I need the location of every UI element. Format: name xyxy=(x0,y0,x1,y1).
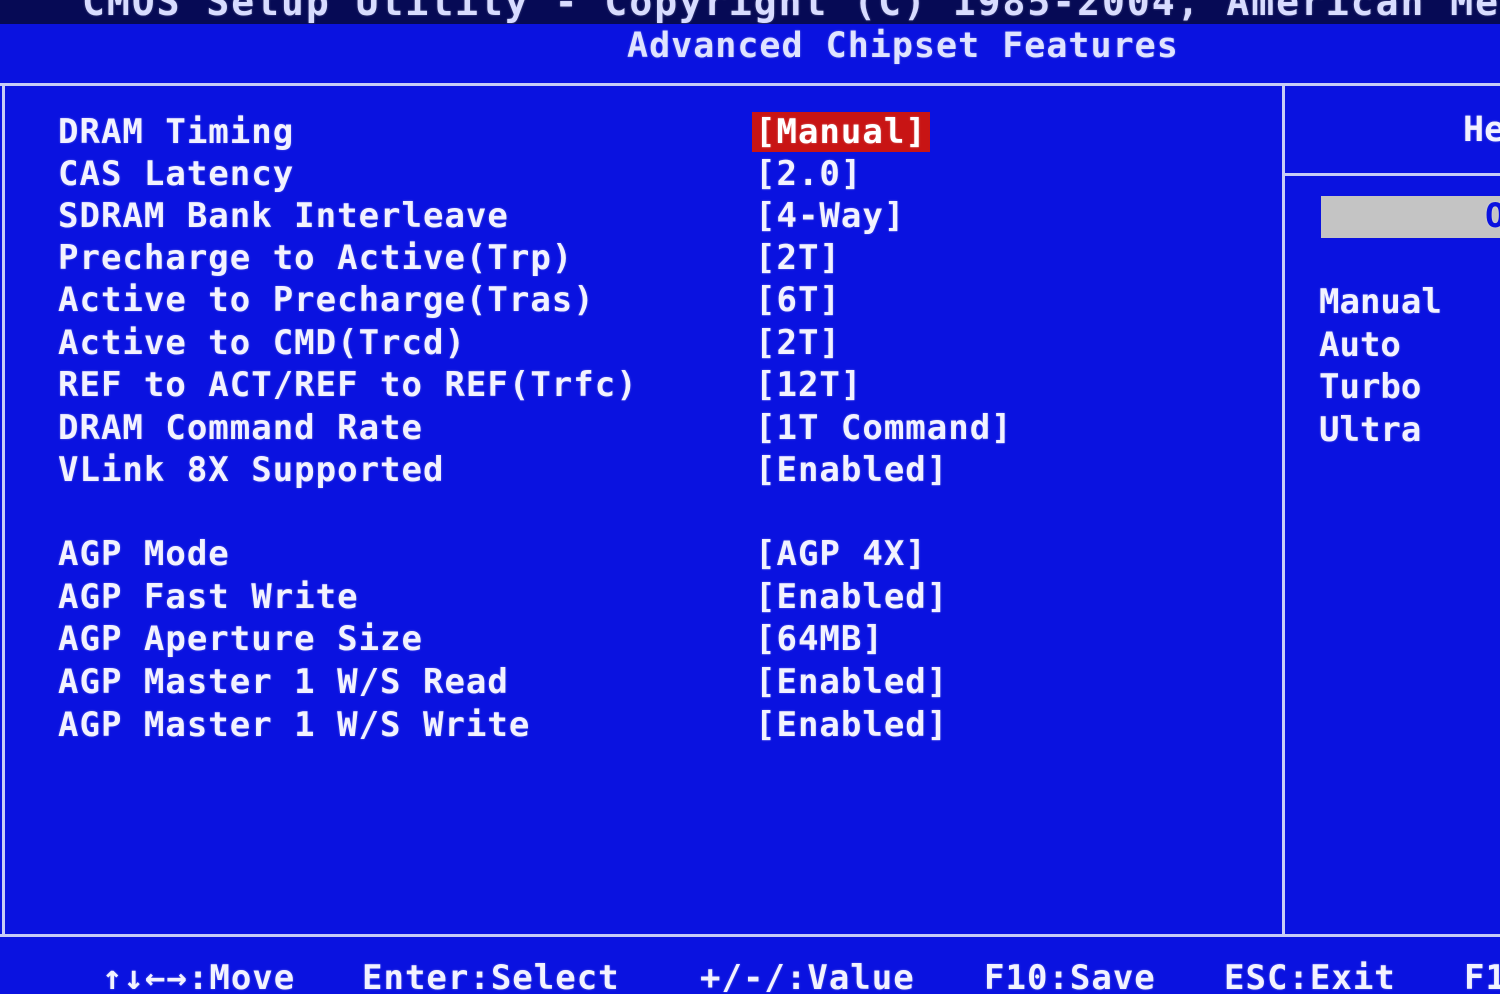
setting-row-sdram-bank-interleave[interactable]: SDRAM Bank Interleave [4-Way] xyxy=(6,196,1282,236)
setting-label: Active to Precharge(Tras) xyxy=(58,280,595,320)
frame-bottom-line xyxy=(0,934,1500,937)
help-options-box: O xyxy=(1321,196,1500,238)
setting-label: AGP Aperture Size xyxy=(58,619,423,659)
footer-move-hint: ↑↓←→:Move xyxy=(102,958,296,994)
help-box-text: O xyxy=(1485,196,1500,236)
setting-label: REF to ACT/REF to REF(Trfc) xyxy=(58,365,638,405)
setting-value[interactable]: [2.0] xyxy=(752,154,865,194)
setting-value[interactable]: [2T] xyxy=(752,323,844,363)
frame-top-line xyxy=(0,83,1500,86)
setting-label: Precharge to Active(Trp) xyxy=(58,238,574,278)
setting-value[interactable]: [AGP 4X] xyxy=(752,534,930,574)
setting-label: DRAM Command Rate xyxy=(58,408,423,448)
footer-save-hint: F10:Save xyxy=(984,958,1156,994)
setting-row-agp-master-read[interactable]: AGP Master 1 W/S Read [Enabled] xyxy=(6,662,1282,702)
setting-label: AGP Fast Write xyxy=(58,577,359,617)
setting-label: AGP Master 1 W/S Read xyxy=(58,662,509,702)
footer-exit-hint: ESC:Exit xyxy=(1224,958,1396,994)
setting-row-ref-to-act[interactable]: REF to ACT/REF to REF(Trfc) [12T] xyxy=(6,365,1282,405)
help-option-auto: Auto xyxy=(1319,325,1401,365)
setting-label: VLink 8X Supported xyxy=(58,450,445,490)
setting-value[interactable]: [2T] xyxy=(752,238,844,278)
setting-row-agp-mode[interactable]: AGP Mode [AGP 4X] xyxy=(6,534,1282,574)
frame-left-line xyxy=(2,86,5,936)
setting-value[interactable]: [6T] xyxy=(752,280,844,320)
setting-label: Active to CMD(Trcd) xyxy=(58,323,466,363)
setting-value[interactable]: [4-Way] xyxy=(752,196,908,236)
setting-row-dram-command-rate[interactable]: DRAM Command Rate [1T Command] xyxy=(6,408,1282,448)
setting-value-selected[interactable]: [Manual] xyxy=(752,112,930,152)
title-bar: CMOS Setup Utility - Copyright (C) 1985-… xyxy=(0,0,1500,24)
setting-row-agp-aperture-size[interactable]: AGP Aperture Size [64MB] xyxy=(6,619,1282,659)
setting-row-active-to-cmd[interactable]: Active to CMD(Trcd) [2T] xyxy=(6,323,1282,363)
footer-select-hint: Enter:Select xyxy=(362,958,620,994)
help-panel: He O Manual Auto Turbo Ultra xyxy=(1285,88,1500,934)
setting-value[interactable]: [Enabled] xyxy=(752,662,951,702)
setting-value[interactable]: [1T Command] xyxy=(752,408,1016,448)
footer-help-hint: F1 xyxy=(1464,958,1500,994)
setting-row-active-to-precharge[interactable]: Active to Precharge(Tras) [6T] xyxy=(6,280,1282,320)
help-option-manual: Manual xyxy=(1319,282,1442,322)
setting-value[interactable]: [12T] xyxy=(752,365,865,405)
setting-row-agp-master-write[interactable]: AGP Master 1 W/S Write [Enabled] xyxy=(6,705,1282,745)
setting-label: CAS Latency xyxy=(58,154,295,194)
help-option-ultra: Ultra xyxy=(1319,410,1422,450)
setting-row-dram-timing[interactable]: DRAM Timing [Manual] xyxy=(6,112,1282,152)
help-option-turbo: Turbo xyxy=(1319,367,1422,407)
help-title: He xyxy=(1463,110,1500,150)
setting-row-vlink-8x[interactable]: VLink 8X Supported [Enabled] xyxy=(6,450,1282,490)
setting-row-cas-latency[interactable]: CAS Latency [2.0] xyxy=(6,154,1282,194)
setting-row-agp-fast-write[interactable]: AGP Fast Write [Enabled] xyxy=(6,577,1282,617)
app-title: CMOS Setup Utility - Copyright (C) 1985-… xyxy=(82,0,1500,24)
setting-value[interactable]: [64MB] xyxy=(752,619,887,659)
setting-value[interactable]: [Enabled] xyxy=(752,450,951,490)
settings-panel: DRAM Timing [Manual] CAS Latency [2.0] S… xyxy=(6,88,1282,934)
page-title: Advanced Chipset Features xyxy=(627,26,1179,66)
setting-label: AGP Master 1 W/S Write xyxy=(58,705,531,745)
setting-row-precharge-to-active[interactable]: Precharge to Active(Trp) [2T] xyxy=(6,238,1282,278)
footer-value-hint: +/-/:Value xyxy=(700,958,915,994)
key-help-bar: ↑↓←→:Move Enter:Select +/-/:Value F10:Sa… xyxy=(0,940,1500,994)
setting-label: AGP Mode xyxy=(58,534,230,574)
setting-label: SDRAM Bank Interleave xyxy=(58,196,509,236)
setting-value[interactable]: [Enabled] xyxy=(752,577,951,617)
setting-label: DRAM Timing xyxy=(58,112,295,152)
setting-value[interactable]: [Enabled] xyxy=(752,705,951,745)
